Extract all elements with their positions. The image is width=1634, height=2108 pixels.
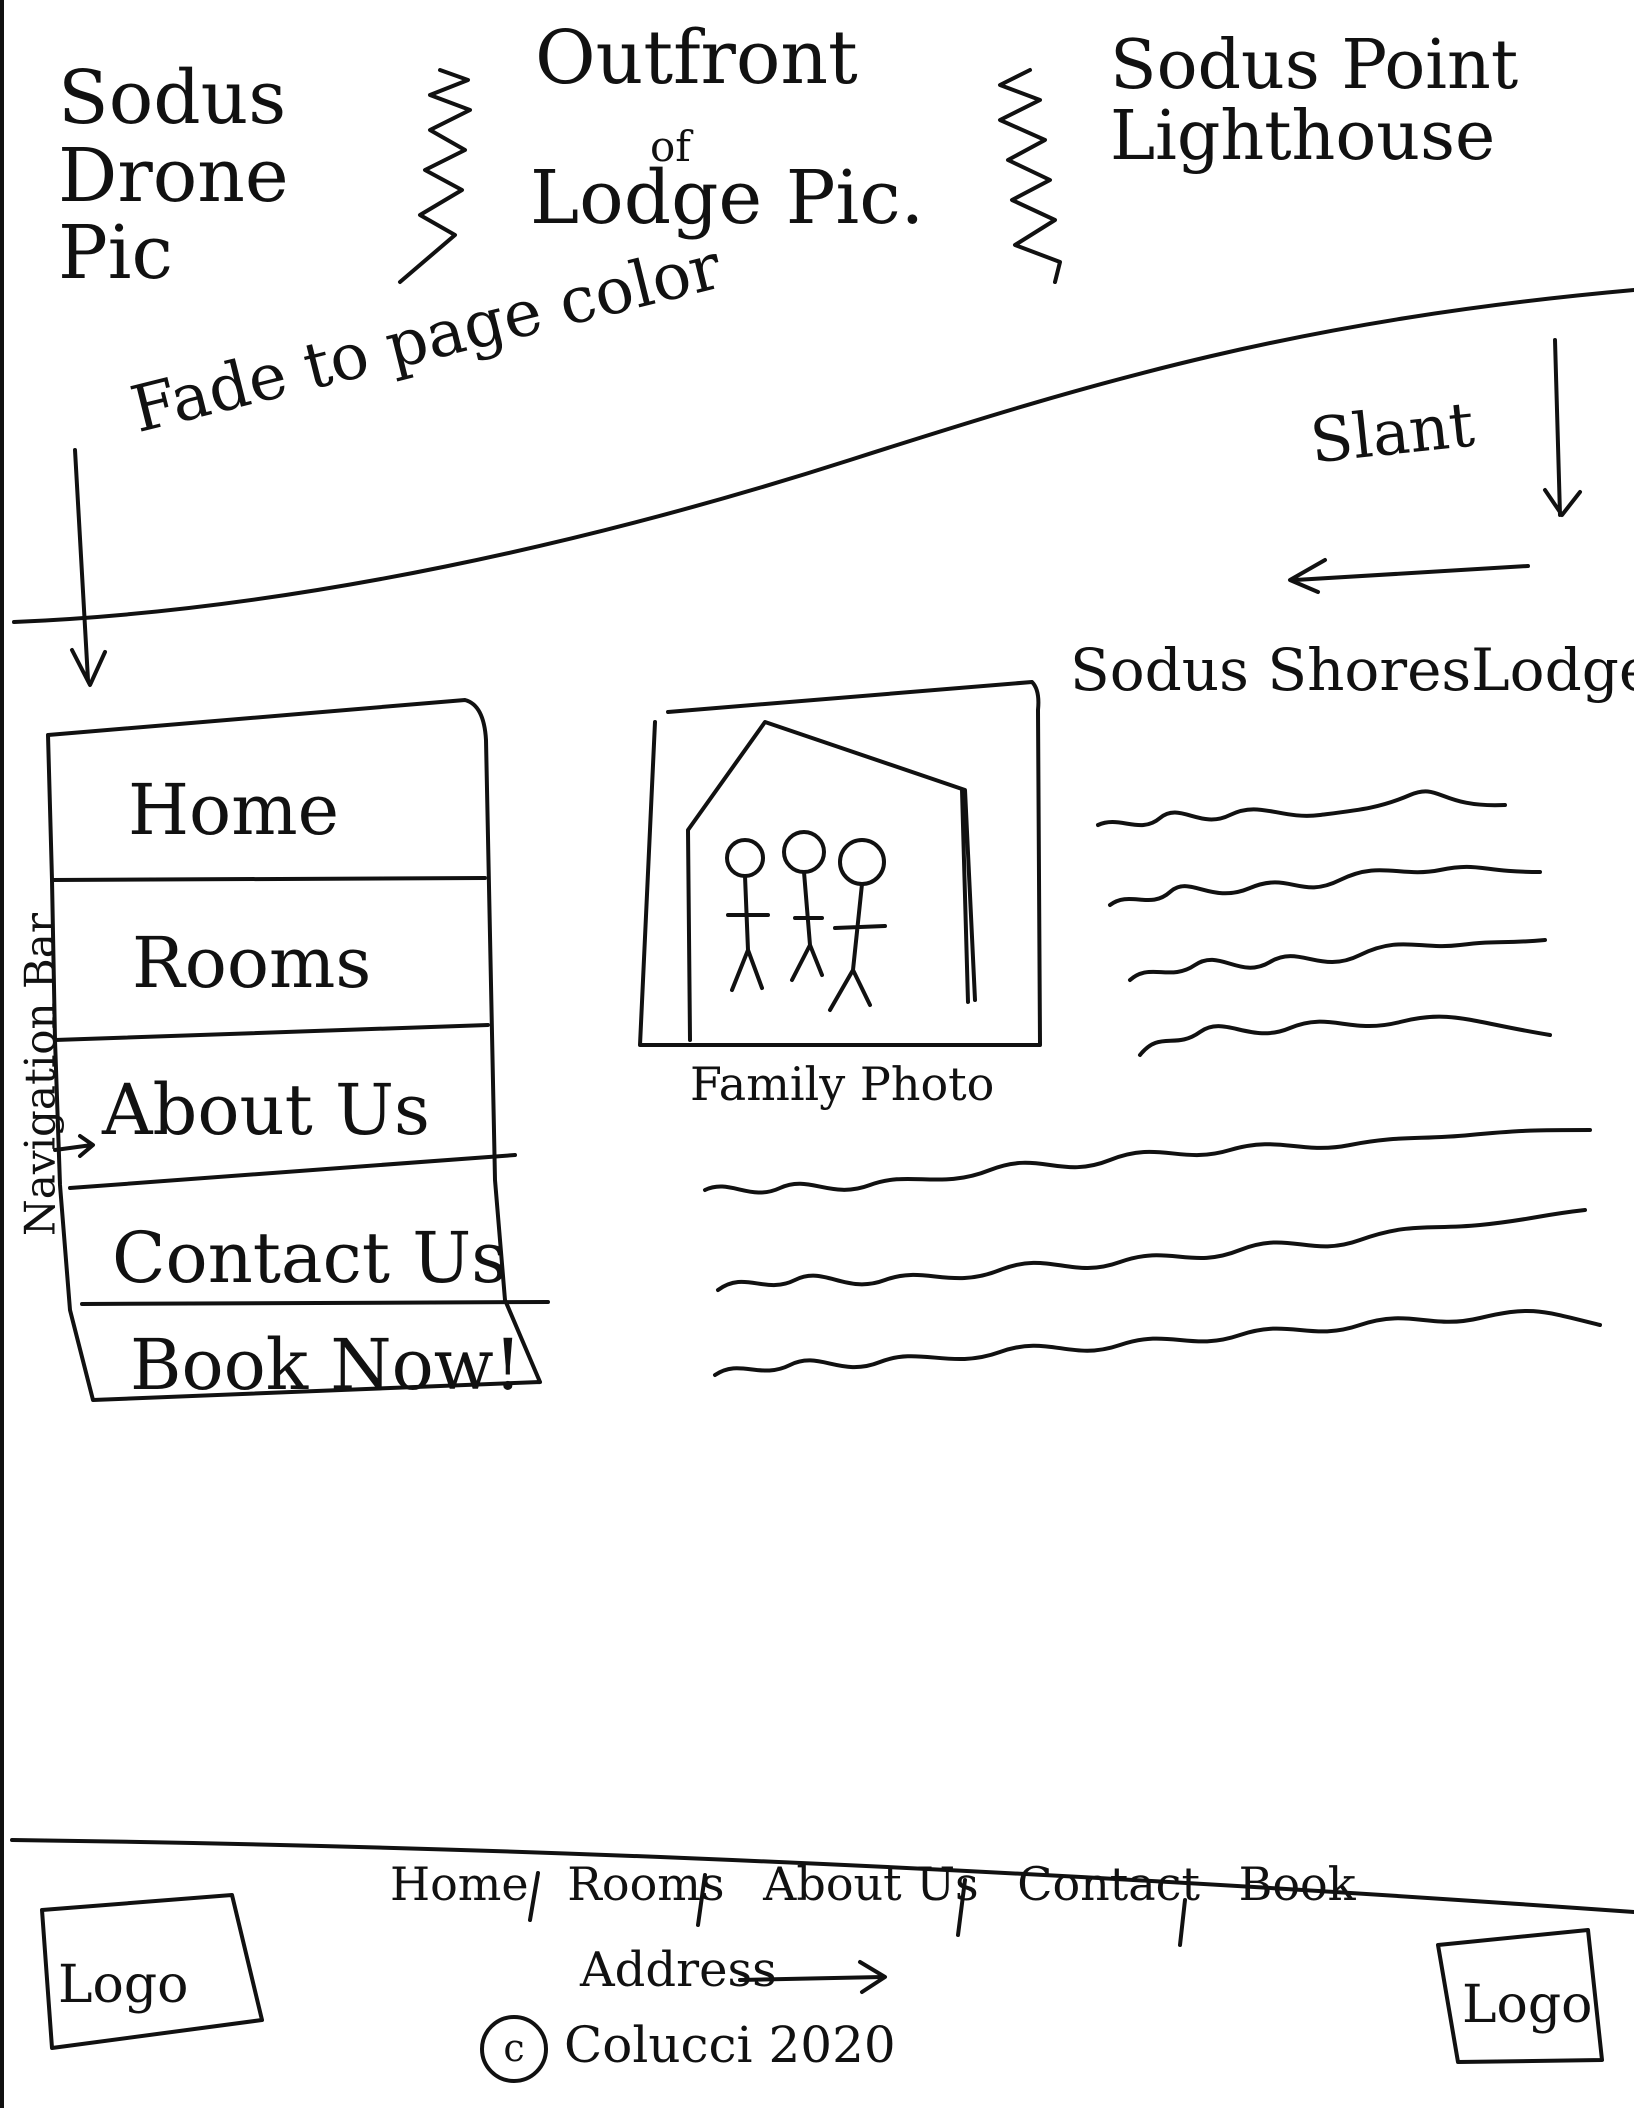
nav-item-book-now[interactable]: Book Now!: [90, 1310, 530, 1420]
footer-logo-right[interactable]: Logo: [1462, 1975, 1592, 2035]
footer-logo-left[interactable]: Logo: [58, 1955, 188, 2015]
footer-address: Address: [580, 1942, 777, 1998]
nav-item-rooms[interactable]: Rooms: [52, 888, 482, 1038]
stick-figure-head-3: [838, 838, 886, 886]
text-line-5: [703, 1128, 1592, 1195]
lodge-pic-placeholder-line2: Lodge Pic.: [530, 155, 925, 241]
nav-item-about-us[interactable]: About Us: [54, 1040, 494, 1180]
text-line-1: [1096, 789, 1507, 828]
photo-house: [686, 720, 977, 1042]
copyright-text: Colucci 2020: [564, 2016, 896, 2074]
lighthouse-pic-placeholder: Sodus Point Lighthouse: [1110, 26, 1519, 177]
fade-arrow: [70, 448, 107, 687]
footer-link-contact[interactable]: Contact: [1017, 1860, 1200, 1909]
text-line-2: [1108, 864, 1542, 907]
nav-item-home[interactable]: Home: [48, 740, 478, 880]
footer-link-about-us[interactable]: About Us: [763, 1860, 978, 1909]
squiggle-divider-2: [998, 68, 1062, 284]
nav-item-contact-us[interactable]: Contact Us: [62, 1185, 512, 1330]
text-line-7: [713, 1308, 1602, 1377]
text-line-6: [716, 1208, 1587, 1292]
slant-arrow-down: [1543, 338, 1582, 517]
squiggle-divider-1: [398, 68, 472, 284]
wireframe-sketch: Sodus Drone Pic Outfront of Lodge Pic. S…: [0, 0, 1634, 2108]
footer-copyright: c Colucci 2020: [480, 2015, 896, 2083]
lodge-pic-placeholder-line1: Outfront: [535, 15, 858, 101]
footer-link-home[interactable]: Home: [390, 1860, 529, 1909]
site-title: Sodus ShoresLodge: [1070, 636, 1634, 704]
text-line-4: [1138, 1014, 1552, 1057]
slant-arrow-left: [1288, 558, 1530, 594]
slant-note: Slant: [1306, 387, 1478, 478]
footer-links: Home Rooms About Us Contact Book: [390, 1860, 1356, 1909]
stick-figures: [726, 870, 887, 1012]
stick-figure-head-1: [725, 838, 765, 878]
stick-figure-head-2: [782, 830, 826, 874]
family-photo-caption: Family Photo: [690, 1057, 995, 1111]
text-line-3: [1128, 938, 1547, 982]
drone-pic-placeholder: Sodus Drone Pic: [58, 55, 289, 297]
footer-link-book[interactable]: Book: [1239, 1860, 1356, 1909]
footer-link-rooms[interactable]: Rooms: [567, 1860, 724, 1909]
copyright-icon: c: [480, 2015, 548, 2083]
